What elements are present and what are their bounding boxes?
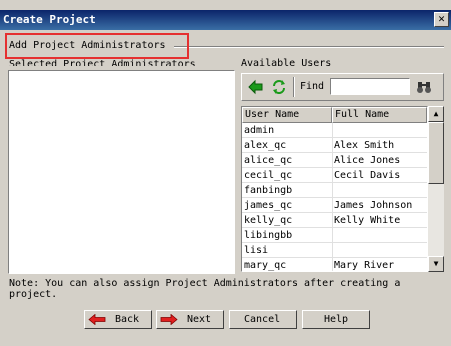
find-input[interactable] [330, 78, 410, 95]
users-scrollbar[interactable]: ▲ ▼ [428, 106, 444, 272]
toolbar-separator [293, 77, 295, 97]
user-name-cell: admin [244, 125, 275, 136]
find-label: Find [300, 81, 325, 92]
full-name-cell: Alex Smith [334, 140, 395, 151]
help-label: Help [324, 314, 349, 325]
binoculars-icon[interactable] [416, 79, 432, 95]
left-arrow-icon [88, 314, 106, 325]
highlight-box [5, 33, 189, 59]
full-name-cell: Kelly White [334, 215, 401, 226]
title-bar: Create Project ✕ [0, 10, 451, 30]
add-user-arrow-icon[interactable] [248, 79, 264, 95]
available-users-table[interactable]: User Name Full Name admin alex_qc Alex Sm… [241, 106, 428, 272]
full-name-cell: Alice Jones [334, 155, 401, 166]
cancel-button[interactable]: Cancel [229, 310, 297, 329]
table-row[interactable]: admin [242, 123, 427, 138]
cancel-label: Cancel [244, 314, 281, 325]
table-row[interactable]: james_qc James Johnson [242, 198, 427, 213]
users-toolbar: Find [241, 73, 444, 101]
right-arrow-icon [160, 314, 178, 325]
column-header-user-name[interactable]: User Name [242, 107, 332, 123]
next-label: Next [187, 314, 212, 325]
back-button[interactable]: Back [84, 310, 152, 329]
close-button[interactable]: ✕ [434, 12, 449, 27]
refresh-icon[interactable] [271, 79, 287, 95]
user-name-cell: mary_qc [244, 260, 287, 271]
table-row[interactable]: alex_qc Alex Smith [242, 138, 427, 153]
user-name-cell: libingbb [244, 230, 293, 241]
table-row[interactable]: fanbingb [242, 183, 427, 198]
user-name-cell: alice_qc [244, 155, 293, 166]
table-row[interactable]: kelly_qc Kelly White [242, 213, 427, 228]
full-name-cell: Cecil Davis [334, 170, 401, 181]
scroll-thumb[interactable] [428, 122, 444, 184]
user-name-cell: kelly_qc [244, 215, 293, 226]
selected-admins-list[interactable] [8, 70, 235, 274]
user-name-cell: lisi [244, 245, 269, 256]
table-row[interactable]: mary_qc Mary River [242, 258, 427, 271]
next-button[interactable]: Next [156, 310, 224, 329]
users-rows: admin alex_qc Alex Smith alice_qc Alice Jo… [242, 123, 427, 271]
user-name-cell: alex_qc [244, 140, 287, 151]
note-text: Note: You can also assign Project Admini… [9, 278, 401, 300]
user-name-cell: cecil_qc [244, 170, 293, 181]
top-strip [0, 0, 451, 10]
step-divider [174, 46, 444, 48]
back-label: Back [115, 314, 140, 325]
scroll-up-icon[interactable]: ▲ [428, 106, 444, 122]
full-name-cell: James Johnson [334, 200, 413, 211]
user-name-cell: fanbingb [244, 185, 293, 196]
table-row[interactable]: alice_qc Alice Jones [242, 153, 427, 168]
create-project-dialog: Create Project ✕ Add Project Administrat… [0, 0, 451, 346]
help-button[interactable]: Help [302, 310, 370, 329]
selected-admins-label: Selected Project Administrators [9, 59, 196, 66]
available-users-label: Available Users [241, 58, 332, 69]
user-name-cell: james_qc [244, 200, 293, 211]
table-row[interactable]: libingbb [242, 228, 427, 243]
scroll-down-icon[interactable]: ▼ [428, 256, 444, 272]
table-row[interactable]: lisi [242, 243, 427, 258]
full-name-cell: Mary River [334, 260, 395, 271]
column-header-full-name[interactable]: Full Name [332, 107, 427, 123]
window-title: Create Project [3, 13, 96, 26]
table-row[interactable]: cecil_qc Cecil Davis [242, 168, 427, 183]
